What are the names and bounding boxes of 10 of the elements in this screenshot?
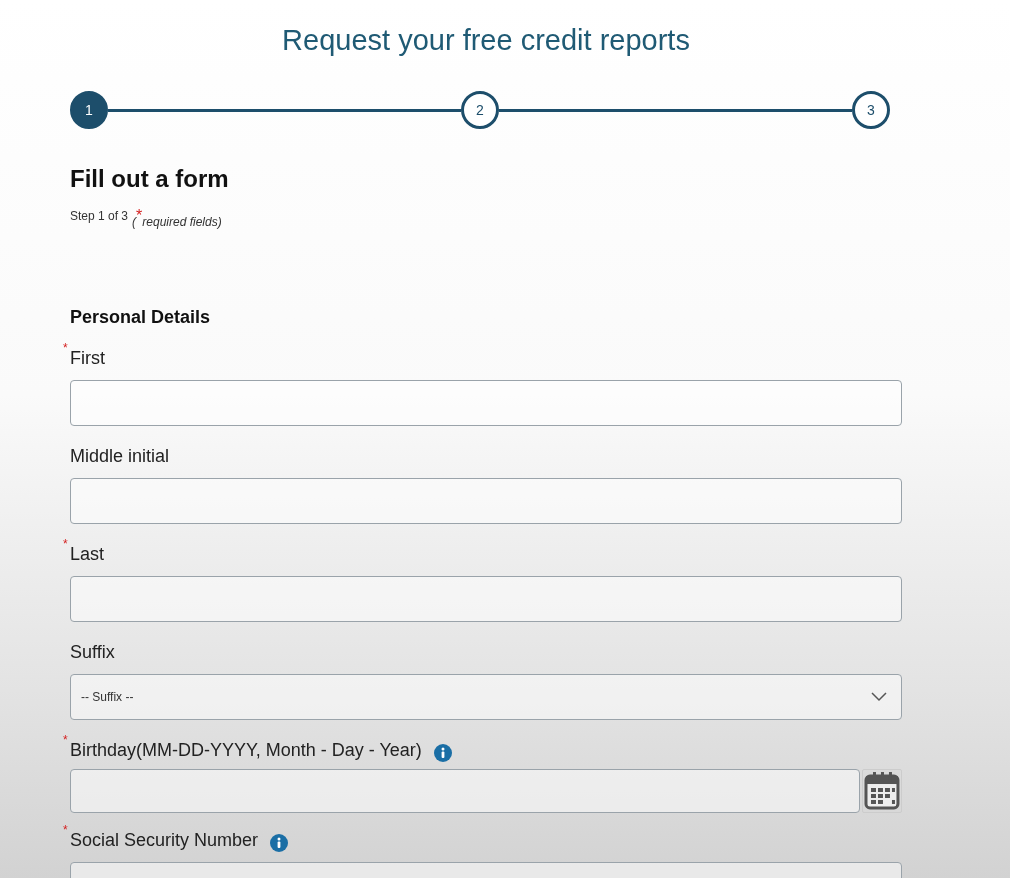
form-heading: Fill out a form [70, 165, 230, 193]
step-indicator: 1 [70, 91, 108, 129]
page-title: Request your free credit reports [281, 23, 691, 58]
section-heading: Personal Details [70, 306, 212, 328]
step-counter: Step 1 of 3 [70, 208, 129, 225]
field-label: Middle initial [69, 445, 170, 467]
field-label: Suffix [69, 641, 115, 663]
step-indicator: 3 [852, 91, 890, 129]
step-indicator: 2 [461, 91, 499, 129]
suffix-dropdown[interactable]: -- Suffix -- [70, 674, 902, 720]
